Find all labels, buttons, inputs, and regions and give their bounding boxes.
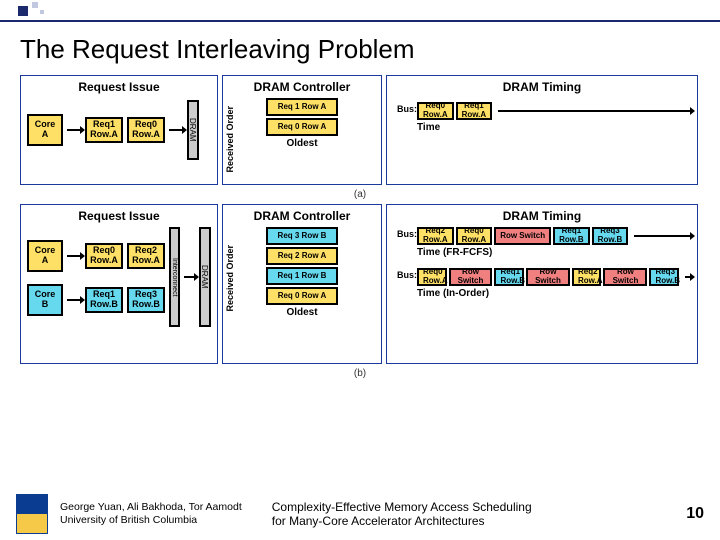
panel-title: DRAM Controller (229, 80, 375, 94)
panel-dram-timing-b: DRAM Timing Bus: Req2Row.A Req0Row.A Row… (386, 204, 698, 364)
panel-dram-controller-b: DRAM Controller Received Order Req 3 Row… (222, 204, 382, 364)
core-a-box: Core A (27, 114, 63, 146)
authors: George Yuan, Ali Bakhoda, Tor Aamodt (60, 501, 242, 514)
queue-entry: Req 0 Row A (266, 287, 338, 305)
timeline-req: Req1Row.B (553, 227, 590, 245)
timeline-req: Req2Row.A (417, 227, 454, 245)
timeline-req: Req0Row.A (417, 268, 447, 286)
core-b-box: Core B (27, 284, 63, 316)
req-box: Req3Row.B (127, 287, 165, 313)
arrow-icon (67, 129, 81, 131)
queue-entry: Req 2 Row A (266, 247, 338, 265)
subfigure-label-a: (a) (20, 189, 700, 200)
panel-request-issue-b: Request Issue Core A Req0Row.A Req2Row.A… (20, 204, 218, 364)
panel-title: DRAM Timing (393, 80, 691, 94)
panel-title: DRAM Timing (393, 209, 691, 223)
panel-title: Request Issue (27, 209, 211, 223)
figure-group: Request Issue Core A Req1Row.A Req0Row.A… (20, 75, 700, 379)
arrow-icon (67, 299, 81, 301)
arrow-icon (169, 129, 183, 131)
timeline-switch: Row Switch (449, 268, 493, 286)
oldest-label: Oldest (229, 307, 375, 318)
figure-row-b: Request Issue Core A Req0Row.A Req2Row.A… (20, 204, 700, 364)
timeline-req: Req0Row.A (417, 102, 454, 120)
slide-title: The Request Interleaving Problem (20, 34, 700, 65)
queue-entry: Req 0 Row A (266, 118, 338, 136)
req-box: Req0Row.A (127, 117, 165, 143)
page-number: 10 (686, 505, 704, 523)
arrow-icon (184, 276, 195, 278)
panel-dram-controller-a: DRAM Controller Received Order Req 1 Row… (222, 75, 382, 185)
bus-label: Bus: (397, 229, 417, 239)
req-box: Req2Row.A (127, 243, 165, 269)
axis-label: Received Order (225, 106, 235, 173)
time-arrow-icon (685, 276, 691, 278)
slide-footer: George Yuan, Ali Bakhoda, Tor Aamodt Uni… (0, 494, 720, 534)
timeline-switch: Row Switch (494, 227, 551, 245)
req-box: Req1Row.B (85, 287, 123, 313)
dram-label: DRAM (199, 227, 211, 327)
time-axis-label: Time (417, 122, 691, 133)
pub-title-2: for Many-Core Accelerator Architectures (272, 514, 674, 528)
timeline-req: Req1Row.B (494, 268, 524, 286)
subfigure-label-b: (b) (20, 368, 700, 379)
oldest-label: Oldest (229, 138, 375, 149)
queue-entry: Req 3 Row B (266, 227, 338, 245)
req-box: Req0Row.A (85, 243, 123, 269)
time-axis-label: Time (In-Order) (417, 288, 691, 299)
author-block: George Yuan, Ali Bakhoda, Tor Aamodt Uni… (60, 501, 242, 526)
time-arrow-icon (634, 235, 691, 237)
time-axis-label: Time (FR-FCFS) (417, 247, 691, 258)
affiliation: University of British Columbia (60, 514, 242, 527)
timeline-req: Req1Row.A (456, 102, 493, 120)
ubc-logo-icon (16, 494, 48, 534)
panel-dram-timing-a: DRAM Timing Bus: Req0Row.A Req1Row.A Tim… (386, 75, 698, 185)
slide-top-accent (0, 0, 720, 22)
timeline-req: Req0Row.A (456, 227, 493, 245)
pub-title-1: Complexity-Effective Memory Access Sched… (272, 500, 674, 514)
publication-block: Complexity-Effective Memory Access Sched… (272, 500, 674, 529)
panel-request-issue-a: Request Issue Core A Req1Row.A Req0Row.A… (20, 75, 218, 185)
queue-entry: Req 1 Row A (266, 98, 338, 116)
axis-label: Received Order (225, 245, 235, 312)
figure-row-a: Request Issue Core A Req1Row.A Req0Row.A… (20, 75, 700, 185)
time-arrow-icon (498, 110, 691, 112)
dram-label: DRAM (187, 100, 199, 160)
panel-title: DRAM Controller (229, 209, 375, 223)
interconnect-label: Interconnect (169, 227, 180, 327)
bus-label: Bus: (397, 104, 417, 114)
timeline-req: Req3Row.B (592, 227, 629, 245)
timeline-req: Req3Row.B (649, 268, 679, 286)
timeline-switch: Row Switch (603, 268, 647, 286)
timeline-req: Req2Row.A (572, 268, 602, 286)
panel-title: Request Issue (27, 80, 211, 94)
arrow-icon (67, 255, 81, 257)
timeline-switch: Row Switch (526, 268, 570, 286)
req-box: Req1Row.A (85, 117, 123, 143)
bus-label: Bus: (397, 270, 417, 280)
core-a-box: Core A (27, 240, 63, 272)
queue-entry: Req 1 Row B (266, 267, 338, 285)
